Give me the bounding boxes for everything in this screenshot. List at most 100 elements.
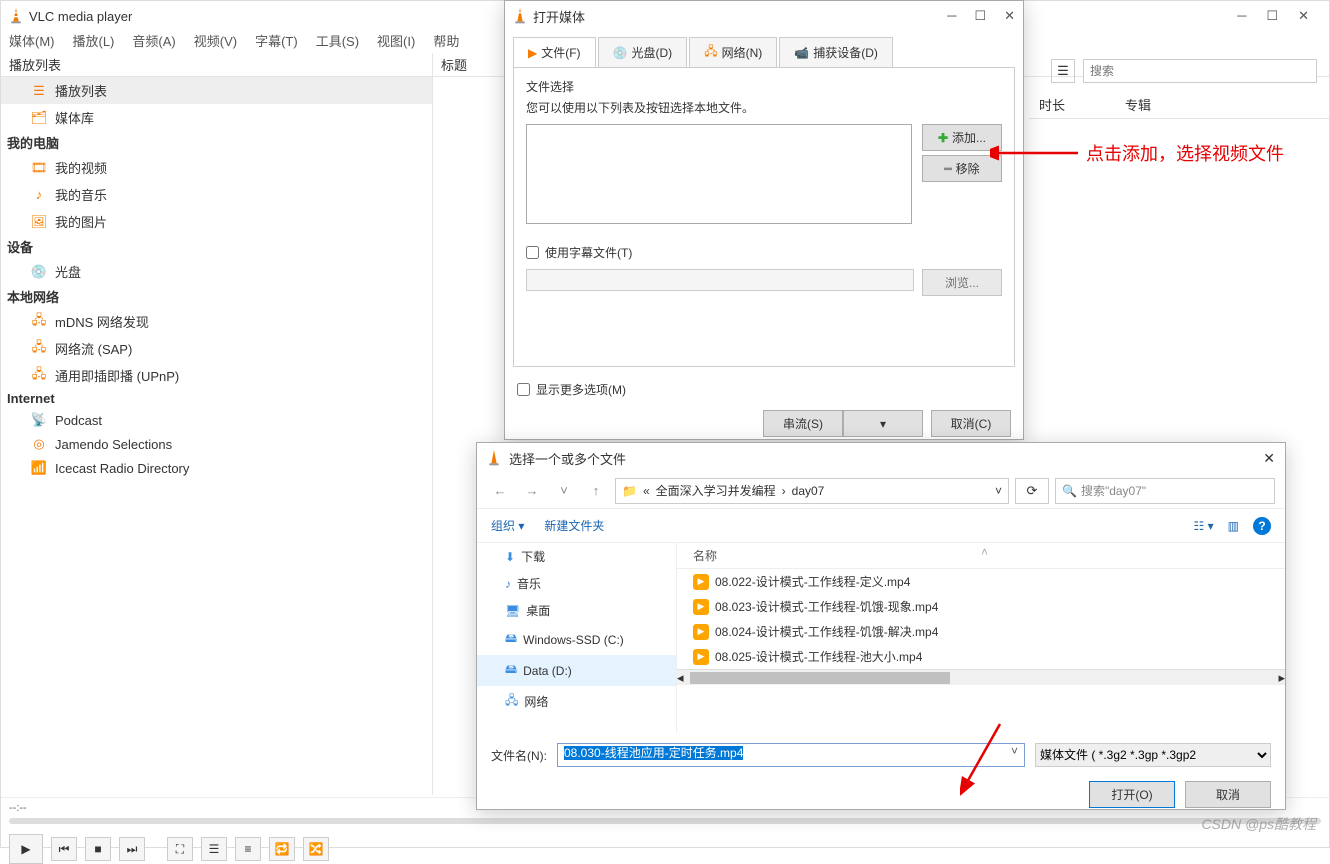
view-mode-button[interactable]: ☷ ▾ bbox=[1194, 519, 1214, 533]
cancel-button[interactable]: 取消(C) bbox=[931, 410, 1011, 437]
close-button[interactable]: ✕ bbox=[1298, 8, 1309, 24]
shuffle-button[interactable]: 🔀 bbox=[303, 837, 329, 861]
sidebar-item[interactable]: 💿光盘 bbox=[1, 258, 432, 285]
menu-media[interactable]: 媒体(M) bbox=[9, 31, 55, 53]
menu-tools[interactable]: 工具(S) bbox=[316, 31, 359, 53]
open-media-dialog: 打开媒体 ─ ☐ ✕ ▶文件(F)💿光盘(D)🖧网络(N)📹捕获设备(D) 文件… bbox=[504, 0, 1024, 440]
organize-button[interactable]: 组织 ▾ bbox=[491, 517, 524, 534]
desktop-icon: 🖥 bbox=[505, 604, 520, 618]
preview-pane-button[interactable]: ▥ bbox=[1228, 519, 1239, 533]
file-type-select[interactable]: 媒体文件 ( *.3g2 *.3gp *.3gp2 bbox=[1035, 743, 1271, 767]
sidebar-item[interactable]: 🎞我的视频 bbox=[1, 154, 432, 181]
menu-playback[interactable]: 播放(L) bbox=[73, 31, 115, 53]
sidebar-item[interactable]: ◎Jamendo Selections bbox=[1, 432, 432, 456]
annotation-text: 点击添加，选择视频文件 bbox=[1086, 140, 1284, 166]
nav-back-button[interactable]: ← bbox=[487, 478, 513, 504]
sidebar-item[interactable]: 🖧通用即插即播 (UPnP) bbox=[1, 362, 432, 389]
menu-help[interactable]: 帮助 bbox=[433, 31, 459, 53]
tab-file-content: 文件选择 您可以使用以下列表及按钮选择本地文件。 ✚添加... ━移除 使用字幕… bbox=[513, 67, 1015, 367]
tab[interactable]: 💿光盘(D) bbox=[598, 37, 688, 67]
menu-video[interactable]: 视频(V) bbox=[194, 31, 237, 53]
sidebar-item[interactable]: 🖧mDNS 网络发现 bbox=[1, 308, 432, 335]
menu-audio[interactable]: 音频(A) bbox=[132, 31, 175, 53]
more-options-checkbox[interactable] bbox=[517, 383, 530, 396]
prev-button[interactable]: ⏮ bbox=[51, 837, 77, 861]
annotation-arrow-2 bbox=[960, 720, 1010, 800]
file-item[interactable]: ▶08.025-设计模式-工作线程-池大小.mp4 bbox=[677, 644, 1285, 669]
nav-recent-button[interactable]: ˅ bbox=[551, 478, 577, 504]
network-icon: 🖧 bbox=[31, 341, 47, 357]
menu-view[interactable]: 视图(I) bbox=[377, 31, 415, 53]
search-icon: 🔍 bbox=[1062, 484, 1077, 498]
fullscreen-button[interactable]: ⛶ bbox=[167, 837, 193, 861]
help-button[interactable]: ? bbox=[1253, 517, 1271, 535]
sidebar-item-label: 通用即插即播 (UPnP) bbox=[55, 366, 179, 385]
next-button[interactable]: ⏭ bbox=[119, 837, 145, 861]
stream-button[interactable]: 串流(S)▾ bbox=[763, 410, 923, 437]
stop-button[interactable]: ■ bbox=[85, 837, 111, 861]
sidebar-item[interactable]: 📶Icecast Radio Directory bbox=[1, 456, 432, 480]
file-item[interactable]: ▶08.023-设计模式-工作线程-饥饿-现象.mp4 bbox=[677, 594, 1285, 619]
tree-item[interactable]: 🖴Windows-SSD (C:) bbox=[477, 624, 676, 655]
tree-item[interactable]: 🖥桌面 bbox=[477, 597, 676, 624]
ext-settings-button[interactable]: ☰ bbox=[201, 837, 227, 861]
sidebar-item-label: 我的视频 bbox=[55, 158, 107, 177]
subtitle-path-input bbox=[526, 269, 914, 291]
breadcrumb[interactable]: 📁 « 全面深入学习并发编程› day07 ˅ bbox=[615, 478, 1009, 504]
refresh-button[interactable]: ⟳ bbox=[1015, 478, 1049, 504]
maximize-button[interactable]: ☐ bbox=[1266, 8, 1278, 24]
sidebar-group-label: Internet bbox=[1, 389, 432, 408]
menu-subtitle[interactable]: 字幕(T) bbox=[255, 31, 298, 53]
sidebar-item[interactable]: 🗂媒体库 bbox=[1, 104, 432, 131]
view-toggle-button[interactable]: ☰ bbox=[1051, 59, 1075, 83]
col-duration[interactable]: 时长 bbox=[1039, 95, 1065, 114]
sidebar-item[interactable]: ♪我的音乐 bbox=[1, 181, 432, 208]
fp-cancel-button[interactable]: 取消 bbox=[1185, 781, 1271, 808]
music-icon: ♪ bbox=[505, 577, 511, 591]
horizontal-scrollbar[interactable]: ◂▸ bbox=[677, 669, 1285, 685]
browse-button[interactable]: 浏览... bbox=[922, 269, 1002, 296]
sidebar-item[interactable]: 📡Podcast bbox=[1, 408, 432, 432]
sidebar-item[interactable]: ☰播放列表 bbox=[1, 77, 432, 104]
open-button[interactable]: 打开(O) bbox=[1089, 781, 1175, 808]
new-folder-button[interactable]: 新建文件夹 bbox=[544, 517, 604, 534]
file-item[interactable]: ▶08.024-设计模式-工作线程-饥饿-解决.mp4 bbox=[677, 619, 1285, 644]
tab[interactable]: 📹捕获设备(D) bbox=[779, 37, 893, 67]
vlc-cone-icon bbox=[513, 8, 527, 24]
dlg-close-button[interactable]: ✕ bbox=[1004, 8, 1015, 24]
subtitle-label: 使用字幕文件(T) bbox=[545, 244, 632, 261]
dlg-minimize-button[interactable]: ─ bbox=[947, 8, 956, 24]
tree-item[interactable]: ♪音乐 bbox=[477, 570, 676, 597]
minimize-button[interactable]: ─ bbox=[1237, 8, 1246, 24]
nav-forward-button[interactable]: → bbox=[519, 478, 545, 504]
filename-input[interactable]: 08.030-线程池应用-定时任务.mp4 ˅ bbox=[557, 743, 1025, 767]
file-select-label: 文件选择 bbox=[526, 78, 1002, 95]
col-album[interactable]: 专辑 bbox=[1125, 95, 1151, 114]
playlist-button[interactable]: ≡ bbox=[235, 837, 261, 861]
download-icon: ⬇ bbox=[505, 550, 515, 564]
sidebar-item[interactable]: 🖧网络流 (SAP) bbox=[1, 335, 432, 362]
dlg-maximize-button[interactable]: ☐ bbox=[974, 8, 986, 24]
tree-item[interactable]: ⬇下载 bbox=[477, 543, 676, 570]
sidebar-item[interactable]: 🖼我的图片 bbox=[1, 208, 432, 235]
nav-up-button[interactable]: ↑ bbox=[583, 478, 609, 504]
file-picker-tree: ⬇下载♪音乐🖥桌面🖴Windows-SSD (C:)🖴Data (D:)🖧网络 bbox=[477, 543, 677, 733]
watermark: CSDN @ps酷教程 bbox=[1201, 814, 1316, 834]
file-list-box[interactable] bbox=[526, 124, 912, 224]
file-item[interactable]: ▶08.022-设计模式-工作线程-定义.mp4 bbox=[677, 569, 1285, 594]
tab[interactable]: ▶文件(F) bbox=[513, 37, 596, 67]
play-button[interactable]: ▶ bbox=[9, 834, 43, 864]
col-name-header[interactable]: 名称˄ bbox=[677, 543, 1285, 569]
tree-item[interactable]: 🖴Data (D:) bbox=[477, 655, 676, 686]
search-main-wrap bbox=[1083, 59, 1317, 83]
tab[interactable]: 🖧网络(N) bbox=[689, 37, 777, 67]
loop-button[interactable]: 🔁 bbox=[269, 837, 295, 861]
vlc-title-text: VLC media player bbox=[29, 9, 132, 24]
search-input[interactable] bbox=[1083, 59, 1317, 83]
tree-item[interactable]: 🖧网络 bbox=[477, 686, 676, 717]
seek-bar[interactable] bbox=[9, 818, 1321, 824]
file-picker-search[interactable]: 🔍 搜索"day07" bbox=[1055, 478, 1275, 504]
file-select-hint: 您可以使用以下列表及按钮选择本地文件。 bbox=[526, 99, 1002, 116]
file-picker-close-button[interactable]: ✕ bbox=[1263, 450, 1275, 467]
subtitle-checkbox[interactable] bbox=[526, 246, 539, 259]
